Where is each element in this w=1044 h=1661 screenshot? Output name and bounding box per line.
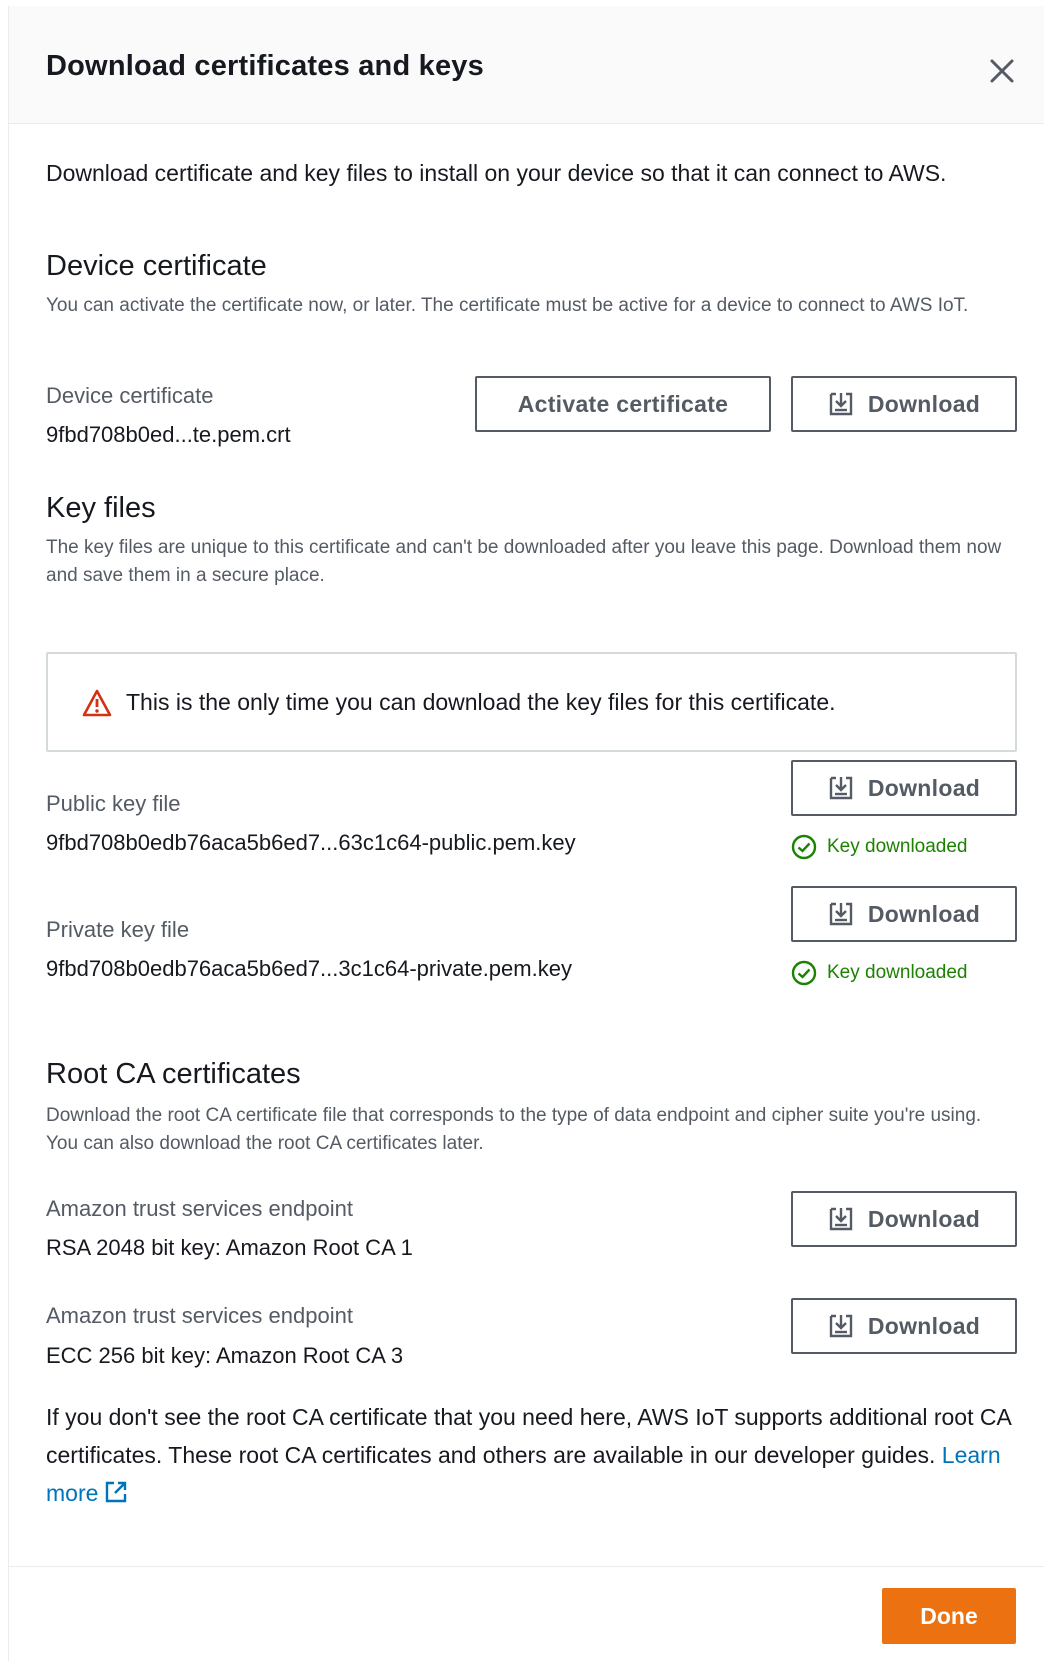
download-icon	[829, 1207, 853, 1231]
close-icon	[990, 59, 1014, 83]
public-key-filename: 9fbd708b0edb76aca5b6ed7...63c1c64-public…	[46, 830, 576, 855]
activate-certificate-button[interactable]: Activate certificate	[475, 376, 771, 432]
intro-text: Download certificate and key files to in…	[46, 160, 947, 186]
status-text: Key downloaded	[827, 836, 968, 857]
download-public-key-button[interactable]: Download	[791, 760, 1017, 816]
root-ca-description: Download the root CA certificate file th…	[46, 1105, 982, 1154]
public-key-label: Public key file	[46, 791, 181, 816]
done-button[interactable]: Done	[882, 1588, 1016, 1644]
root-ca-1-label: Amazon trust services endpoint	[46, 1196, 353, 1221]
download-label: Download	[867, 390, 981, 417]
warning-icon	[82, 689, 112, 717]
download-root-ca-1-button[interactable]: Download	[791, 1191, 1017, 1247]
key-files-description: The key files are unique to this certifi…	[46, 537, 1002, 586]
download-icon	[829, 902, 853, 926]
download-label: Download	[867, 1312, 981, 1339]
status-text: Key downloaded	[827, 962, 968, 983]
check-circle-icon	[791, 960, 817, 986]
device-certificate-description: You can activate the certificate now, or…	[46, 295, 969, 316]
download-device-certificate-button[interactable]: Download	[791, 376, 1017, 432]
download-icon	[829, 392, 853, 416]
device-certificate-label: Device certificate	[46, 383, 214, 408]
external-link-icon	[106, 1481, 127, 1503]
warning-alert: This is the only time you can download t…	[46, 652, 1017, 752]
device-certificate-heading: Device certificate	[46, 250, 267, 282]
activate-certificate-label: Activate certificate	[517, 390, 729, 417]
private-key-filename: 9fbd708b0edb76aca5b6ed7...3c1c64-private…	[46, 956, 572, 981]
alert-text: This is the only time you can download t…	[126, 689, 836, 715]
download-private-key-button[interactable]: Download	[791, 886, 1017, 942]
download-label: Download	[867, 900, 981, 927]
download-certificates-modal: Download certificates and keys Download …	[8, 6, 1044, 1661]
close-button[interactable]	[985, 54, 1019, 88]
download-icon	[829, 776, 853, 800]
public-key-status: Key downloaded	[791, 834, 968, 860]
root-ca-1-value: RSA 2048 bit key: Amazon Root CA 1	[46, 1235, 413, 1260]
private-key-status: Key downloaded	[791, 960, 968, 986]
root-ca-3-value: ECC 256 bit key: Amazon Root CA 3	[46, 1343, 404, 1368]
modal-title: Download certificates and keys	[46, 50, 484, 82]
root-ca-footer-text: If you don't see the root CA certificate…	[46, 1398, 1021, 1512]
private-key-label: Private key file	[46, 917, 190, 942]
key-files-heading: Key files	[46, 492, 156, 524]
root-ca-footer-copy: If you don't see the root CA certificate…	[46, 1404, 1011, 1468]
download-label: Download	[867, 774, 981, 801]
download-icon	[829, 1314, 853, 1338]
root-ca-heading: Root CA certificates	[46, 1058, 301, 1090]
root-ca-3-label: Amazon trust services endpoint	[46, 1303, 353, 1328]
modal-header: Download certificates and keys	[9, 6, 1044, 124]
device-certificate-filename: 9fbd708b0ed...te.pem.crt	[46, 422, 291, 447]
download-root-ca-3-button[interactable]: Download	[791, 1298, 1017, 1354]
check-circle-icon	[791, 834, 817, 860]
download-label: Download	[867, 1205, 981, 1232]
